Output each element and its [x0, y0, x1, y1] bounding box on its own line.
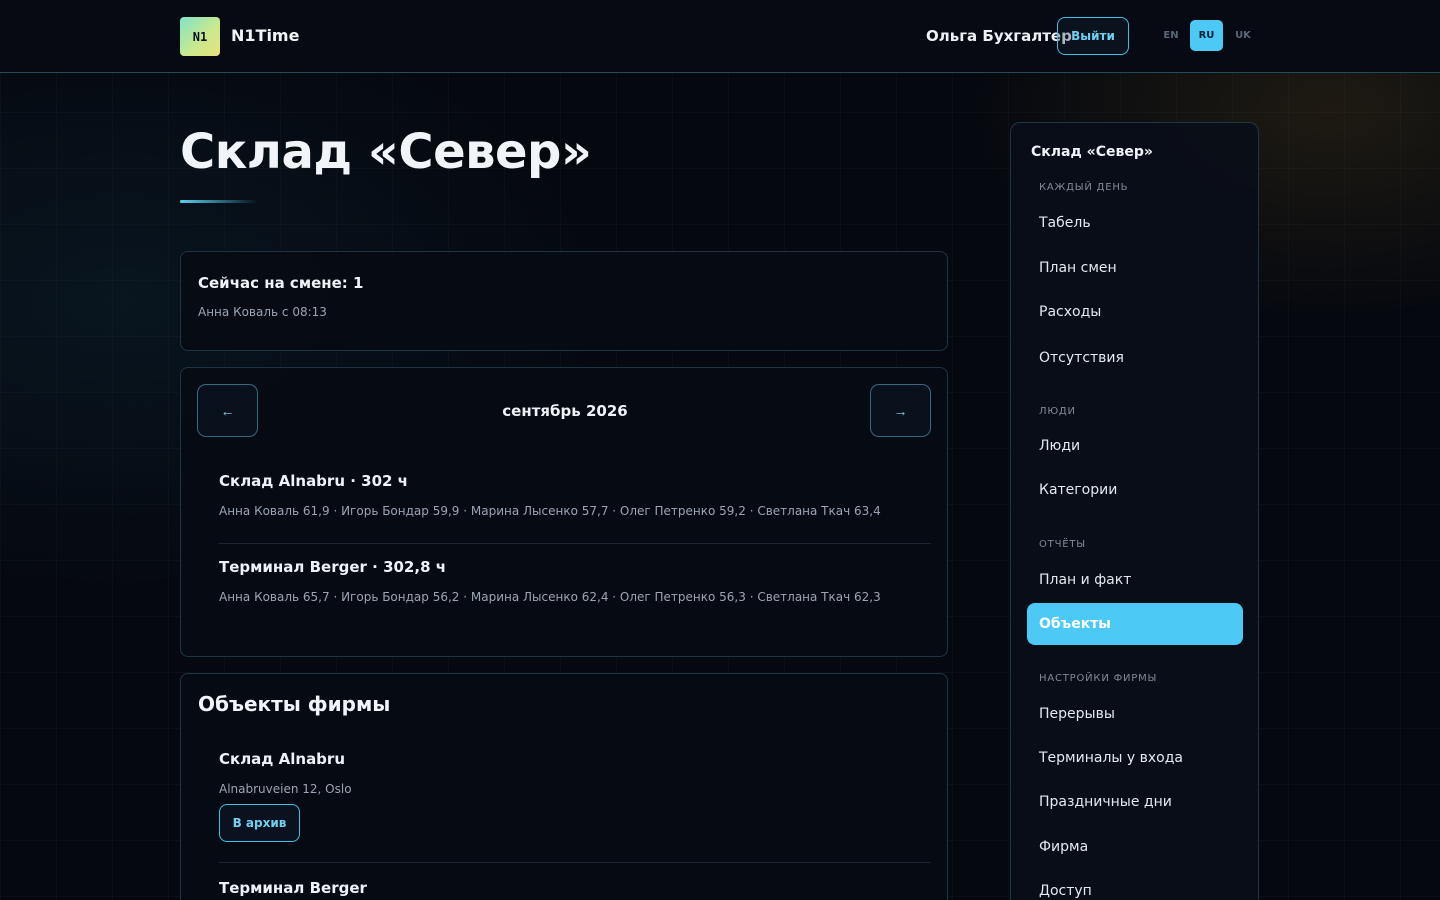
sidebar-item-shift-plan[interactable]: План смен [1027, 247, 1243, 289]
object-name: Склад Alnabru [219, 750, 345, 768]
sidebar-item-company[interactable]: Фирма [1027, 826, 1243, 868]
site-summary-title: Склад Alnabru · 302 ч [219, 472, 408, 490]
site-summary-title: Терминал Berger · 302,8 ч [219, 558, 447, 576]
sidebar-item-absences[interactable]: Отсутствия [1027, 337, 1243, 379]
title-underline [180, 200, 258, 203]
user-name: Ольга Бухгалтер [926, 27, 1072, 45]
brand-name[interactable]: N1Time [231, 26, 299, 45]
sidebar-section-company-settings: настройки фирмы [1039, 673, 1158, 684]
shift-title: Сейчас на смене: 1 [198, 274, 364, 292]
sidebar-item-objects[interactable]: Объекты [1027, 603, 1243, 645]
object-address: Alnabruveien 12, Oslo [219, 782, 352, 796]
lang-en-button[interactable]: EN [1157, 20, 1185, 51]
site-summary-row: Склад Alnabru · 302 ч Анна Коваль 61,9 ·… [219, 472, 931, 544]
month-summary-card: ← сентябрь 2026 → Склад Alnabru · 302 ч … [180, 367, 948, 657]
object-name: Терминал Berger [219, 879, 367, 897]
lang-uk-button[interactable]: UK [1229, 20, 1257, 51]
sidebar-item-breaks[interactable]: Перерывы [1027, 693, 1243, 735]
site-summary-people: Анна Коваль 61,9 · Игорь Бондар 59,9 · М… [219, 504, 881, 518]
company-objects-card: Объекты фирмы Склад Alnabru Alnabruveien… [180, 673, 948, 900]
logo-icon[interactable]: N1 [180, 17, 220, 56]
current-shift-card: Сейчас на смене: 1 Анна Коваль с 08:13 [180, 251, 948, 351]
sidebar-item-people[interactable]: Люди [1027, 425, 1243, 467]
next-month-button[interactable]: → [870, 384, 931, 437]
sidebar-nav: Склад «Север» каждый день Табель План см… [1010, 122, 1259, 900]
sidebar-section-reports: отчёты [1039, 539, 1086, 550]
object-item: Склад Alnabru Alnabruveien 12, Oslo В ар… [219, 750, 931, 863]
sidebar-section-people: люди [1039, 406, 1076, 417]
archive-button[interactable]: В архив [219, 804, 300, 842]
sidebar-section-daily: каждый день [1039, 182, 1129, 193]
site-summary-people: Анна Коваль 65,7 · Игорь Бондар 56,2 · М… [219, 590, 881, 604]
lang-ru-button[interactable]: RU [1190, 20, 1223, 51]
site-summary-row: Терминал Berger · 302,8 ч Анна Коваль 65… [219, 558, 931, 630]
object-item: Терминал Berger [219, 879, 931, 897]
sidebar-item-expenses[interactable]: Расходы [1027, 291, 1243, 333]
top-header: N1 N1Time Ольга Бухгалтер Выйти EN RU UK [0, 0, 1440, 73]
sidebar-item-entry-terminals[interactable]: Терминалы у входа [1027, 737, 1243, 779]
shift-subtitle: Анна Коваль с 08:13 [198, 305, 327, 319]
sidebar-title: Склад «Север» [1031, 144, 1153, 160]
logout-button[interactable]: Выйти [1057, 17, 1129, 55]
sidebar-item-categories[interactable]: Категории [1027, 469, 1243, 511]
month-label: сентябрь 2026 [502, 402, 628, 420]
sidebar-item-plan-vs-fact[interactable]: План и факт [1027, 559, 1243, 601]
objects-title: Объекты фирмы [198, 692, 391, 716]
page-title: Склад «Север» [180, 124, 592, 180]
sidebar-item-timesheet[interactable]: Табель [1027, 202, 1243, 244]
sidebar-item-access[interactable]: Доступ [1027, 870, 1243, 900]
sidebar-item-holidays[interactable]: Праздничные дни [1027, 781, 1243, 823]
